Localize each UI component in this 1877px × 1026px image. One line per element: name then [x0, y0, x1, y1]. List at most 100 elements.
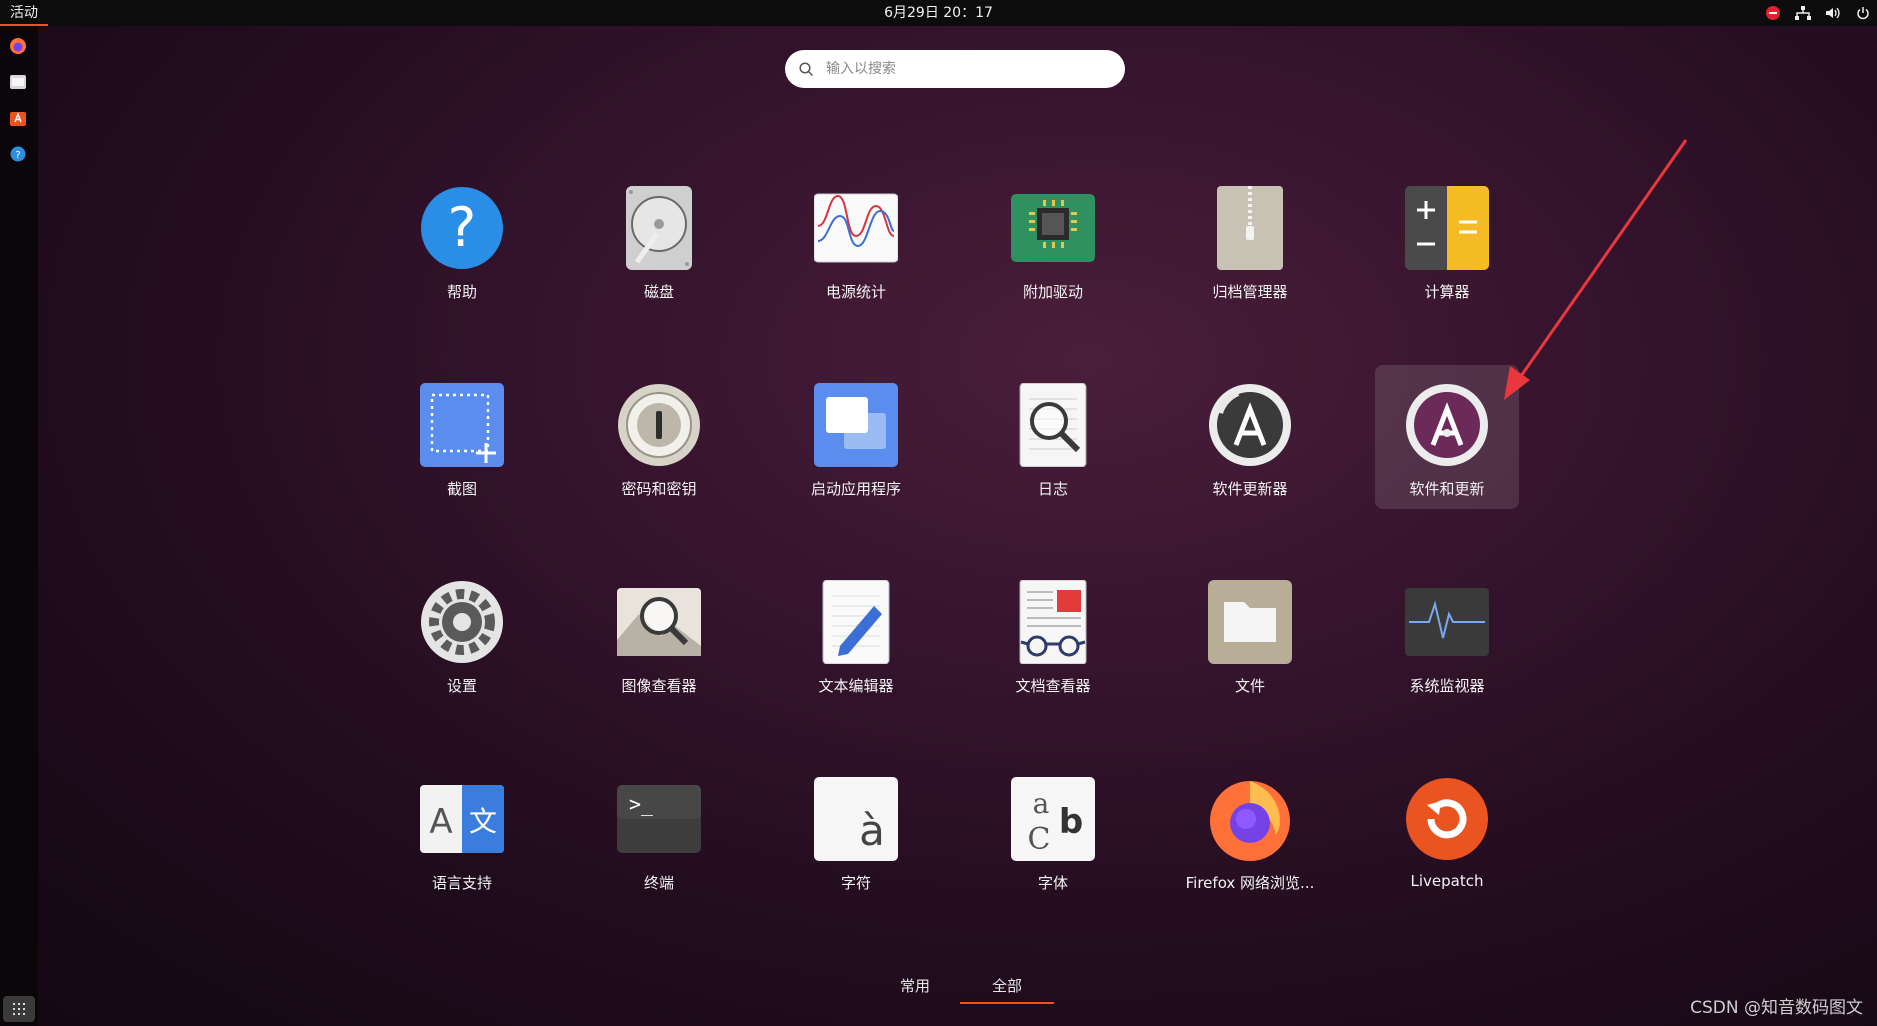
archive-manager-icon	[1208, 186, 1292, 270]
language-support-icon: A文	[420, 777, 504, 861]
app-label: 文本编辑器	[818, 677, 894, 695]
app-image-viewer[interactable]: 图像查看器	[587, 562, 731, 706]
app-additional-drivers[interactable]: 附加驱动	[981, 168, 1125, 312]
app-livepatch[interactable]: Livepatch	[1375, 759, 1519, 903]
fonts-icon: aCb	[1011, 777, 1095, 861]
dock: ?	[0, 26, 38, 1026]
firefox-icon	[1208, 777, 1292, 861]
app-files[interactable]: 文件	[1178, 562, 1322, 706]
svg-text:>_: >_	[629, 792, 654, 816]
top-bar: 活动 6月29日 20：17	[0, 0, 1877, 26]
software-updater-icon	[1208, 383, 1292, 467]
app-label: 软件和更新	[1409, 480, 1485, 498]
app-label: Livepatch	[1410, 872, 1484, 890]
svg-text:C: C	[1028, 822, 1051, 857]
disks-icon	[617, 186, 701, 270]
app-label: 字符	[840, 874, 871, 892]
help-icon: ?	[420, 186, 504, 270]
svg-text:?: ?	[15, 150, 20, 161]
search-input[interactable]	[824, 60, 1088, 78]
app-text-editor[interactable]: 文本编辑器	[784, 562, 928, 706]
svg-text:?: ?	[448, 196, 477, 259]
app-label: 文件	[1234, 677, 1265, 695]
tab-frequent[interactable]: 常用	[880, 975, 950, 996]
app-settings[interactable]: 设置	[390, 562, 534, 706]
app-fonts[interactable]: aCb 字体	[981, 759, 1125, 903]
app-label: 启动应用程序	[810, 480, 901, 498]
svg-text:A: A	[429, 802, 452, 842]
app-label: 软件更新器	[1212, 480, 1288, 498]
app-help[interactable]: ? 帮助	[390, 168, 534, 312]
app-label: 终端	[643, 874, 674, 892]
livepatch-icon	[1405, 777, 1489, 861]
dock-help-icon[interactable]: ?	[6, 142, 30, 166]
svg-text:文: 文	[469, 805, 497, 838]
app-label: 字体	[1037, 874, 1068, 892]
app-label: 帮助	[446, 283, 477, 301]
startup-applications-icon	[814, 383, 898, 467]
dock-files-icon[interactable]	[6, 70, 30, 94]
app-power-statistics[interactable]: 电源统计	[784, 168, 928, 312]
files-icon	[1208, 580, 1292, 664]
software-properties-icon	[1405, 383, 1489, 467]
additional-drivers-icon	[1011, 186, 1095, 270]
svg-text:a: a	[1033, 787, 1050, 820]
app-startup-applications[interactable]: 启动应用程序	[784, 365, 928, 509]
app-label: 截图	[446, 480, 477, 498]
app-language-support[interactable]: A文 语言支持	[390, 759, 534, 903]
app-label: 磁盘	[643, 283, 674, 301]
app-label: 系统监视器	[1409, 677, 1485, 695]
do-not-disturb-icon[interactable]	[1765, 5, 1781, 21]
app-passwords-keys[interactable]: 密码和密钥	[587, 365, 731, 509]
app-firefox[interactable]: Firefox 网络浏览...	[1178, 759, 1322, 903]
app-archive-manager[interactable]: 归档管理器	[1178, 168, 1322, 312]
app-label: 电源统计	[825, 283, 886, 301]
terminal-icon: >_	[617, 777, 701, 861]
app-screenshot[interactable]: 截图	[390, 365, 534, 509]
system-tray[interactable]	[1765, 0, 1871, 26]
app-label: 图像查看器	[621, 677, 697, 695]
power-icon[interactable]	[1855, 5, 1871, 21]
app-document-viewer[interactable]: 文档查看器	[981, 562, 1125, 706]
app-label: 日志	[1037, 480, 1068, 498]
watermark: CSDN @知音数码图文	[1690, 998, 1863, 1018]
app-system-monitor[interactable]: 系统监视器	[1375, 562, 1519, 706]
app-software-updater[interactable]: 软件更新器	[1178, 365, 1322, 509]
svg-text:à: à	[859, 806, 885, 855]
passwords-keys-icon	[617, 383, 701, 467]
app-label: 计算器	[1424, 283, 1470, 301]
image-viewer-icon	[617, 580, 701, 664]
app-label: 文档查看器	[1015, 677, 1091, 695]
annotation-arrow	[1504, 139, 1688, 400]
app-characters[interactable]: à 字符	[784, 759, 928, 903]
show-apps-button[interactable]	[3, 996, 35, 1022]
dock-software-center-icon[interactable]	[6, 106, 30, 130]
app-label: 附加驱动	[1022, 283, 1083, 301]
characters-icon: à	[814, 777, 898, 861]
document-viewer-icon	[1011, 580, 1095, 664]
dock-firefox-icon[interactable]	[6, 34, 30, 58]
volume-icon[interactable]	[1825, 5, 1841, 21]
network-icon[interactable]	[1795, 5, 1811, 21]
app-terminal[interactable]: >_ 终端	[587, 759, 731, 903]
app-label: 语言支持	[431, 874, 492, 892]
app-label: Firefox 网络浏览...	[1185, 874, 1315, 892]
show-apps-grid-icon	[13, 1003, 25, 1015]
system-monitor-icon	[1405, 580, 1489, 664]
svg-text:b: b	[1059, 802, 1083, 842]
power-statistics-icon	[814, 186, 898, 270]
app-disks[interactable]: 磁盘	[587, 168, 731, 312]
settings-icon	[420, 580, 504, 664]
text-editor-icon	[814, 580, 898, 664]
app-label: 设置	[446, 677, 477, 695]
logs-icon	[1011, 383, 1095, 467]
calculator-icon	[1405, 186, 1489, 270]
screenshot-icon	[420, 383, 504, 467]
app-label: 密码和密钥	[621, 480, 697, 498]
tab-all[interactable]: 全部	[960, 975, 1054, 1004]
app-label: 归档管理器	[1212, 283, 1288, 301]
app-logs[interactable]: 日志	[981, 365, 1125, 509]
search-icon	[799, 61, 814, 77]
search-bar[interactable]	[785, 50, 1125, 88]
clock[interactable]: 6月29日 20：17	[0, 0, 1877, 26]
